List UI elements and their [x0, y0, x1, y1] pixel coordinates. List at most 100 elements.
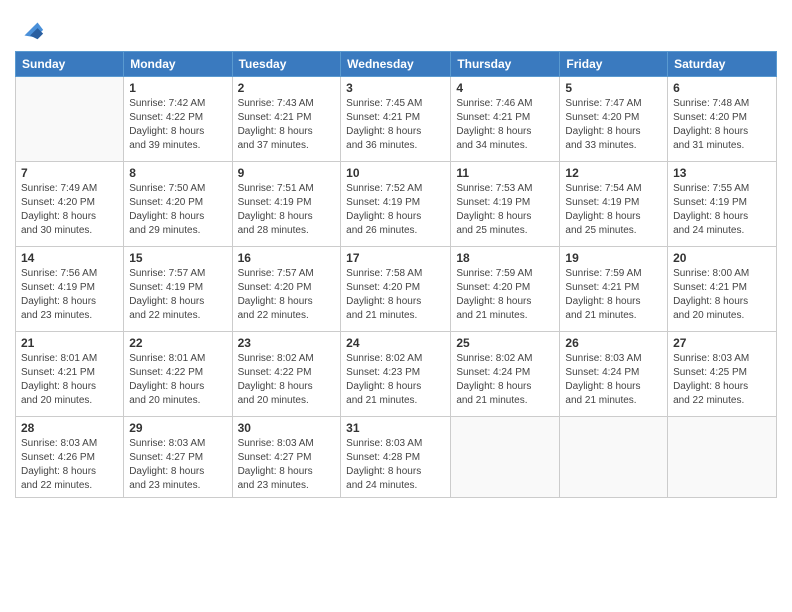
calendar-cell: 22 Sunrise: 8:01 AM Sunset: 4:22 PM Dayli…	[124, 332, 232, 417]
calendar-cell: 20 Sunrise: 8:00 AM Sunset: 4:21 PM Dayli…	[668, 247, 777, 332]
calendar-header-row: SundayMondayTuesdayWednesdayThursdayFrid…	[16, 52, 777, 77]
day-number: 22	[129, 336, 226, 350]
calendar-cell: 17 Sunrise: 7:58 AM Sunset: 4:20 PM Dayli…	[341, 247, 451, 332]
logo	[15, 15, 45, 43]
calendar-cell: 30 Sunrise: 8:03 AM Sunset: 4:27 PM Dayli…	[232, 417, 341, 498]
day-info: Sunrise: 8:03 AM Sunset: 4:27 PM Dayligh…	[129, 437, 226, 493]
day-info: Sunrise: 7:55 AM Sunset: 4:19 PM Dayligh…	[673, 182, 771, 238]
day-number: 16	[238, 251, 336, 265]
calendar-cell: 8 Sunrise: 7:50 AM Sunset: 4:20 PM Daylig…	[124, 162, 232, 247]
day-info: Sunrise: 7:48 AM Sunset: 4:20 PM Dayligh…	[673, 97, 771, 153]
day-info: Sunrise: 8:03 AM Sunset: 4:28 PM Dayligh…	[346, 437, 445, 493]
day-number: 25	[456, 336, 554, 350]
calendar-cell: 23 Sunrise: 8:02 AM Sunset: 4:22 PM Dayli…	[232, 332, 341, 417]
calendar-cell: 4 Sunrise: 7:46 AM Sunset: 4:21 PM Daylig…	[451, 77, 560, 162]
day-info: Sunrise: 7:46 AM Sunset: 4:21 PM Dayligh…	[456, 97, 554, 153]
calendar-cell: 10 Sunrise: 7:52 AM Sunset: 4:19 PM Dayli…	[341, 162, 451, 247]
calendar-header-friday: Friday	[560, 52, 668, 77]
calendar-header-sunday: Sunday	[16, 52, 124, 77]
day-number: 9	[238, 166, 336, 180]
day-number: 23	[238, 336, 336, 350]
day-number: 19	[565, 251, 662, 265]
day-number: 2	[238, 81, 336, 95]
calendar-cell: 27 Sunrise: 8:03 AM Sunset: 4:25 PM Dayli…	[668, 332, 777, 417]
calendar-cell: 7 Sunrise: 7:49 AM Sunset: 4:20 PM Daylig…	[16, 162, 124, 247]
calendar-cell: 6 Sunrise: 7:48 AM Sunset: 4:20 PM Daylig…	[668, 77, 777, 162]
day-info: Sunrise: 7:51 AM Sunset: 4:19 PM Dayligh…	[238, 182, 336, 238]
day-info: Sunrise: 8:03 AM Sunset: 4:24 PM Dayligh…	[565, 352, 662, 408]
day-number: 14	[21, 251, 118, 265]
calendar-week-3: 14 Sunrise: 7:56 AM Sunset: 4:19 PM Dayli…	[16, 247, 777, 332]
day-number: 4	[456, 81, 554, 95]
day-info: Sunrise: 8:03 AM Sunset: 4:25 PM Dayligh…	[673, 352, 771, 408]
day-info: Sunrise: 7:49 AM Sunset: 4:20 PM Dayligh…	[21, 182, 118, 238]
day-info: Sunrise: 7:52 AM Sunset: 4:19 PM Dayligh…	[346, 182, 445, 238]
day-info: Sunrise: 8:01 AM Sunset: 4:21 PM Dayligh…	[21, 352, 118, 408]
day-info: Sunrise: 8:00 AM Sunset: 4:21 PM Dayligh…	[673, 267, 771, 323]
calendar-cell: 1 Sunrise: 7:42 AM Sunset: 4:22 PM Daylig…	[124, 77, 232, 162]
header	[15, 10, 777, 43]
calendar-week-5: 28 Sunrise: 8:03 AM Sunset: 4:26 PM Dayli…	[16, 417, 777, 498]
calendar-cell: 19 Sunrise: 7:59 AM Sunset: 4:21 PM Dayli…	[560, 247, 668, 332]
day-number: 7	[21, 166, 118, 180]
day-number: 10	[346, 166, 445, 180]
day-number: 6	[673, 81, 771, 95]
day-info: Sunrise: 7:45 AM Sunset: 4:21 PM Dayligh…	[346, 97, 445, 153]
calendar-header-monday: Monday	[124, 52, 232, 77]
calendar-cell: 14 Sunrise: 7:56 AM Sunset: 4:19 PM Dayli…	[16, 247, 124, 332]
calendar-week-1: 1 Sunrise: 7:42 AM Sunset: 4:22 PM Daylig…	[16, 77, 777, 162]
calendar-cell: 28 Sunrise: 8:03 AM Sunset: 4:26 PM Dayli…	[16, 417, 124, 498]
day-info: Sunrise: 7:43 AM Sunset: 4:21 PM Dayligh…	[238, 97, 336, 153]
day-info: Sunrise: 8:02 AM Sunset: 4:23 PM Dayligh…	[346, 352, 445, 408]
day-number: 11	[456, 166, 554, 180]
day-info: Sunrise: 7:58 AM Sunset: 4:20 PM Dayligh…	[346, 267, 445, 323]
day-number: 15	[129, 251, 226, 265]
day-number: 17	[346, 251, 445, 265]
day-number: 24	[346, 336, 445, 350]
day-info: Sunrise: 8:01 AM Sunset: 4:22 PM Dayligh…	[129, 352, 226, 408]
calendar-header-wednesday: Wednesday	[341, 52, 451, 77]
calendar-table: SundayMondayTuesdayWednesdayThursdayFrid…	[15, 51, 777, 498]
day-info: Sunrise: 7:53 AM Sunset: 4:19 PM Dayligh…	[456, 182, 554, 238]
day-info: Sunrise: 7:42 AM Sunset: 4:22 PM Dayligh…	[129, 97, 226, 153]
day-number: 8	[129, 166, 226, 180]
day-info: Sunrise: 8:02 AM Sunset: 4:24 PM Dayligh…	[456, 352, 554, 408]
calendar-cell: 21Sunrise: 8:01 AM Sunset: 4:21 PM Dayli…	[16, 332, 124, 417]
day-number: 18	[456, 251, 554, 265]
day-info: Sunrise: 7:59 AM Sunset: 4:21 PM Dayligh…	[565, 267, 662, 323]
day-number: 27	[673, 336, 771, 350]
day-info: Sunrise: 8:02 AM Sunset: 4:22 PM Dayligh…	[238, 352, 336, 408]
day-info: Sunrise: 7:50 AM Sunset: 4:20 PM Dayligh…	[129, 182, 226, 238]
calendar-header-saturday: Saturday	[668, 52, 777, 77]
day-number: 20	[673, 251, 771, 265]
calendar-cell: 11 Sunrise: 7:53 AM Sunset: 4:19 PM Dayli…	[451, 162, 560, 247]
day-info: Sunrise: 7:56 AM Sunset: 4:19 PM Dayligh…	[21, 267, 118, 323]
calendar-cell: 29Sunrise: 8:03 AM Sunset: 4:27 PM Dayli…	[124, 417, 232, 498]
day-number: 5	[565, 81, 662, 95]
calendar-cell: 24 Sunrise: 8:02 AM Sunset: 4:23 PM Dayli…	[341, 332, 451, 417]
day-number: 26	[565, 336, 662, 350]
day-info: Sunrise: 7:59 AM Sunset: 4:20 PM Dayligh…	[456, 267, 554, 323]
day-number: 30	[238, 421, 336, 435]
day-number: 1	[129, 81, 226, 95]
day-number: 3	[346, 81, 445, 95]
day-info: Sunrise: 8:03 AM Sunset: 4:27 PM Dayligh…	[238, 437, 336, 493]
day-info: Sunrise: 8:03 AM Sunset: 4:26 PM Dayligh…	[21, 437, 118, 493]
calendar-header-thursday: Thursday	[451, 52, 560, 77]
calendar-cell: 5 Sunrise: 7:47 AM Sunset: 4:20 PM Daylig…	[560, 77, 668, 162]
day-number: 13	[673, 166, 771, 180]
calendar-week-4: 21Sunrise: 8:01 AM Sunset: 4:21 PM Dayli…	[16, 332, 777, 417]
day-number: 28	[21, 421, 118, 435]
calendar-cell: 3 Sunrise: 7:45 AM Sunset: 4:21 PM Daylig…	[341, 77, 451, 162]
calendar-cell: 9 Sunrise: 7:51 AM Sunset: 4:19 PM Daylig…	[232, 162, 341, 247]
day-info: Sunrise: 7:47 AM Sunset: 4:20 PM Dayligh…	[565, 97, 662, 153]
calendar-cell	[560, 417, 668, 498]
calendar-cell: 2 Sunrise: 7:43 AM Sunset: 4:21 PM Daylig…	[232, 77, 341, 162]
day-info: Sunrise: 7:54 AM Sunset: 4:19 PM Dayligh…	[565, 182, 662, 238]
calendar-cell: 16 Sunrise: 7:57 AM Sunset: 4:20 PM Dayli…	[232, 247, 341, 332]
calendar-cell	[16, 77, 124, 162]
calendar-cell: 26 Sunrise: 8:03 AM Sunset: 4:24 PM Dayli…	[560, 332, 668, 417]
calendar-cell: 12Sunrise: 7:54 AM Sunset: 4:19 PM Dayli…	[560, 162, 668, 247]
calendar-cell: 13 Sunrise: 7:55 AM Sunset: 4:19 PM Dayli…	[668, 162, 777, 247]
day-info: Sunrise: 7:57 AM Sunset: 4:20 PM Dayligh…	[238, 267, 336, 323]
